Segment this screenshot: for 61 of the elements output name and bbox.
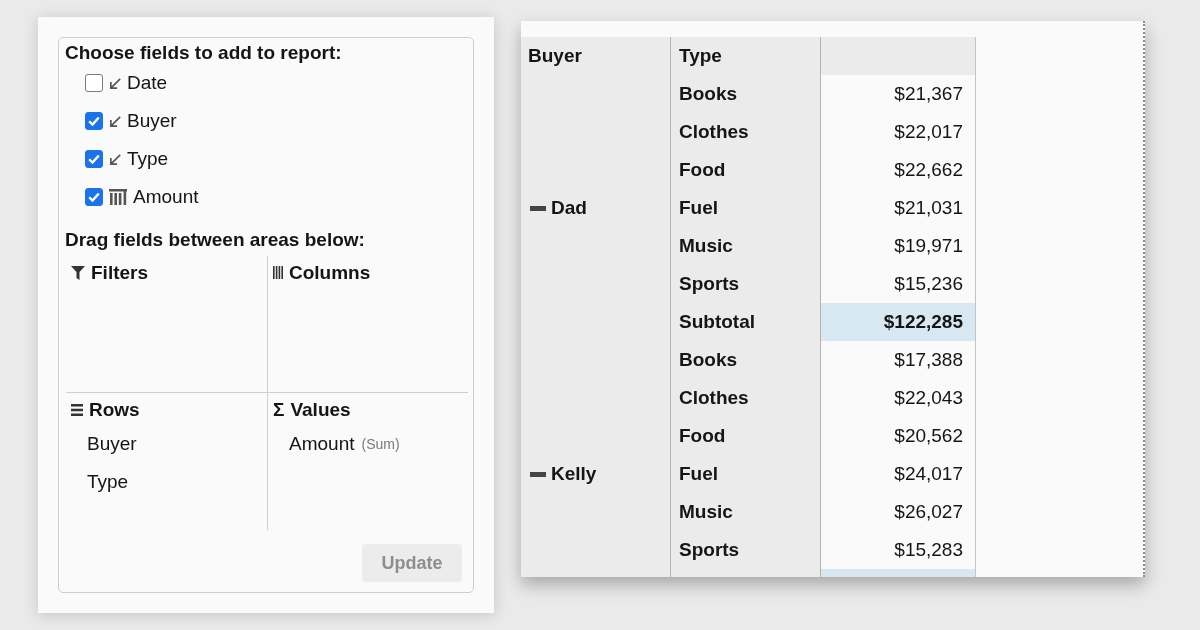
buyer-label: Kelly bbox=[551, 463, 597, 485]
diagonal-arrow-icon bbox=[109, 153, 121, 165]
checkbox[interactable] bbox=[85, 112, 103, 130]
type-label: Fuel bbox=[679, 463, 719, 485]
header-label: Type bbox=[679, 45, 722, 67]
field-label: Date bbox=[127, 72, 168, 94]
diagonal-arrow-icon bbox=[109, 77, 121, 89]
checkmark-icon bbox=[88, 154, 100, 164]
checkbox[interactable] bbox=[85, 150, 103, 168]
rows-icon bbox=[71, 403, 83, 416]
checkbox[interactable] bbox=[85, 188, 103, 206]
field-label: Amount bbox=[133, 186, 199, 208]
value-text: $26,027 bbox=[894, 501, 963, 523]
type-label: Books bbox=[679, 83, 738, 105]
type-label: Music bbox=[679, 235, 733, 257]
sum-icon: Σ bbox=[273, 398, 285, 421]
area-field[interactable]: Amount bbox=[289, 433, 355, 455]
type-label: Sports bbox=[679, 539, 740, 561]
type-label: Clothes bbox=[679, 121, 749, 143]
value-text: $21,367 bbox=[894, 83, 963, 105]
section-heading: Choose fields to add to report: bbox=[65, 41, 342, 64]
area-title: Rows bbox=[89, 398, 140, 421]
field-label: Type bbox=[127, 148, 169, 170]
bars-icon bbox=[109, 189, 127, 205]
header-label: Buyer bbox=[528, 45, 582, 67]
value-text: $122,285 bbox=[883, 311, 963, 333]
area-field[interactable]: Buyer bbox=[87, 433, 137, 455]
value-text: $22,017 bbox=[894, 121, 963, 143]
type-label: Clothes bbox=[679, 387, 749, 409]
minus-icon[interactable] bbox=[530, 471, 546, 477]
checkmark-icon bbox=[88, 116, 100, 126]
type-label: Food bbox=[679, 425, 726, 447]
type-label: Music bbox=[679, 501, 733, 523]
diagonal-arrow-icon bbox=[109, 115, 121, 127]
type-label: Food bbox=[679, 159, 726, 181]
area-title: Values bbox=[290, 398, 351, 421]
area-field[interactable]: Type bbox=[87, 471, 129, 493]
columns-icon bbox=[273, 266, 283, 279]
minus-icon[interactable] bbox=[530, 205, 546, 211]
filter-icon bbox=[71, 265, 85, 280]
value-text: $24,017 bbox=[894, 463, 963, 485]
type-label: Subtotal bbox=[679, 311, 755, 333]
value-text: $17,388 bbox=[894, 349, 963, 371]
type-label: Books bbox=[679, 349, 738, 371]
value-text: $15,283 bbox=[894, 539, 963, 561]
checkmark-icon bbox=[88, 192, 100, 202]
area-title: Filters bbox=[91, 261, 149, 284]
value-text: $20,562 bbox=[894, 425, 963, 447]
value-text: $22,662 bbox=[894, 159, 963, 181]
checkbox[interactable] bbox=[85, 74, 103, 92]
field-label: Buyer bbox=[127, 110, 177, 132]
value-text: $19,971 bbox=[894, 235, 963, 257]
type-label: Sports bbox=[679, 273, 740, 295]
buyer-label: Dad bbox=[551, 197, 587, 219]
value-text: $15,236 bbox=[894, 273, 963, 295]
aggregate-label: (Sum) bbox=[361, 435, 400, 453]
area-title: Columns bbox=[289, 261, 371, 284]
value-text: $21,031 bbox=[894, 197, 963, 219]
type-label: Fuel bbox=[679, 197, 719, 219]
section-heading: Drag fields between areas below: bbox=[65, 228, 365, 251]
value-text: $22,043 bbox=[894, 387, 963, 409]
